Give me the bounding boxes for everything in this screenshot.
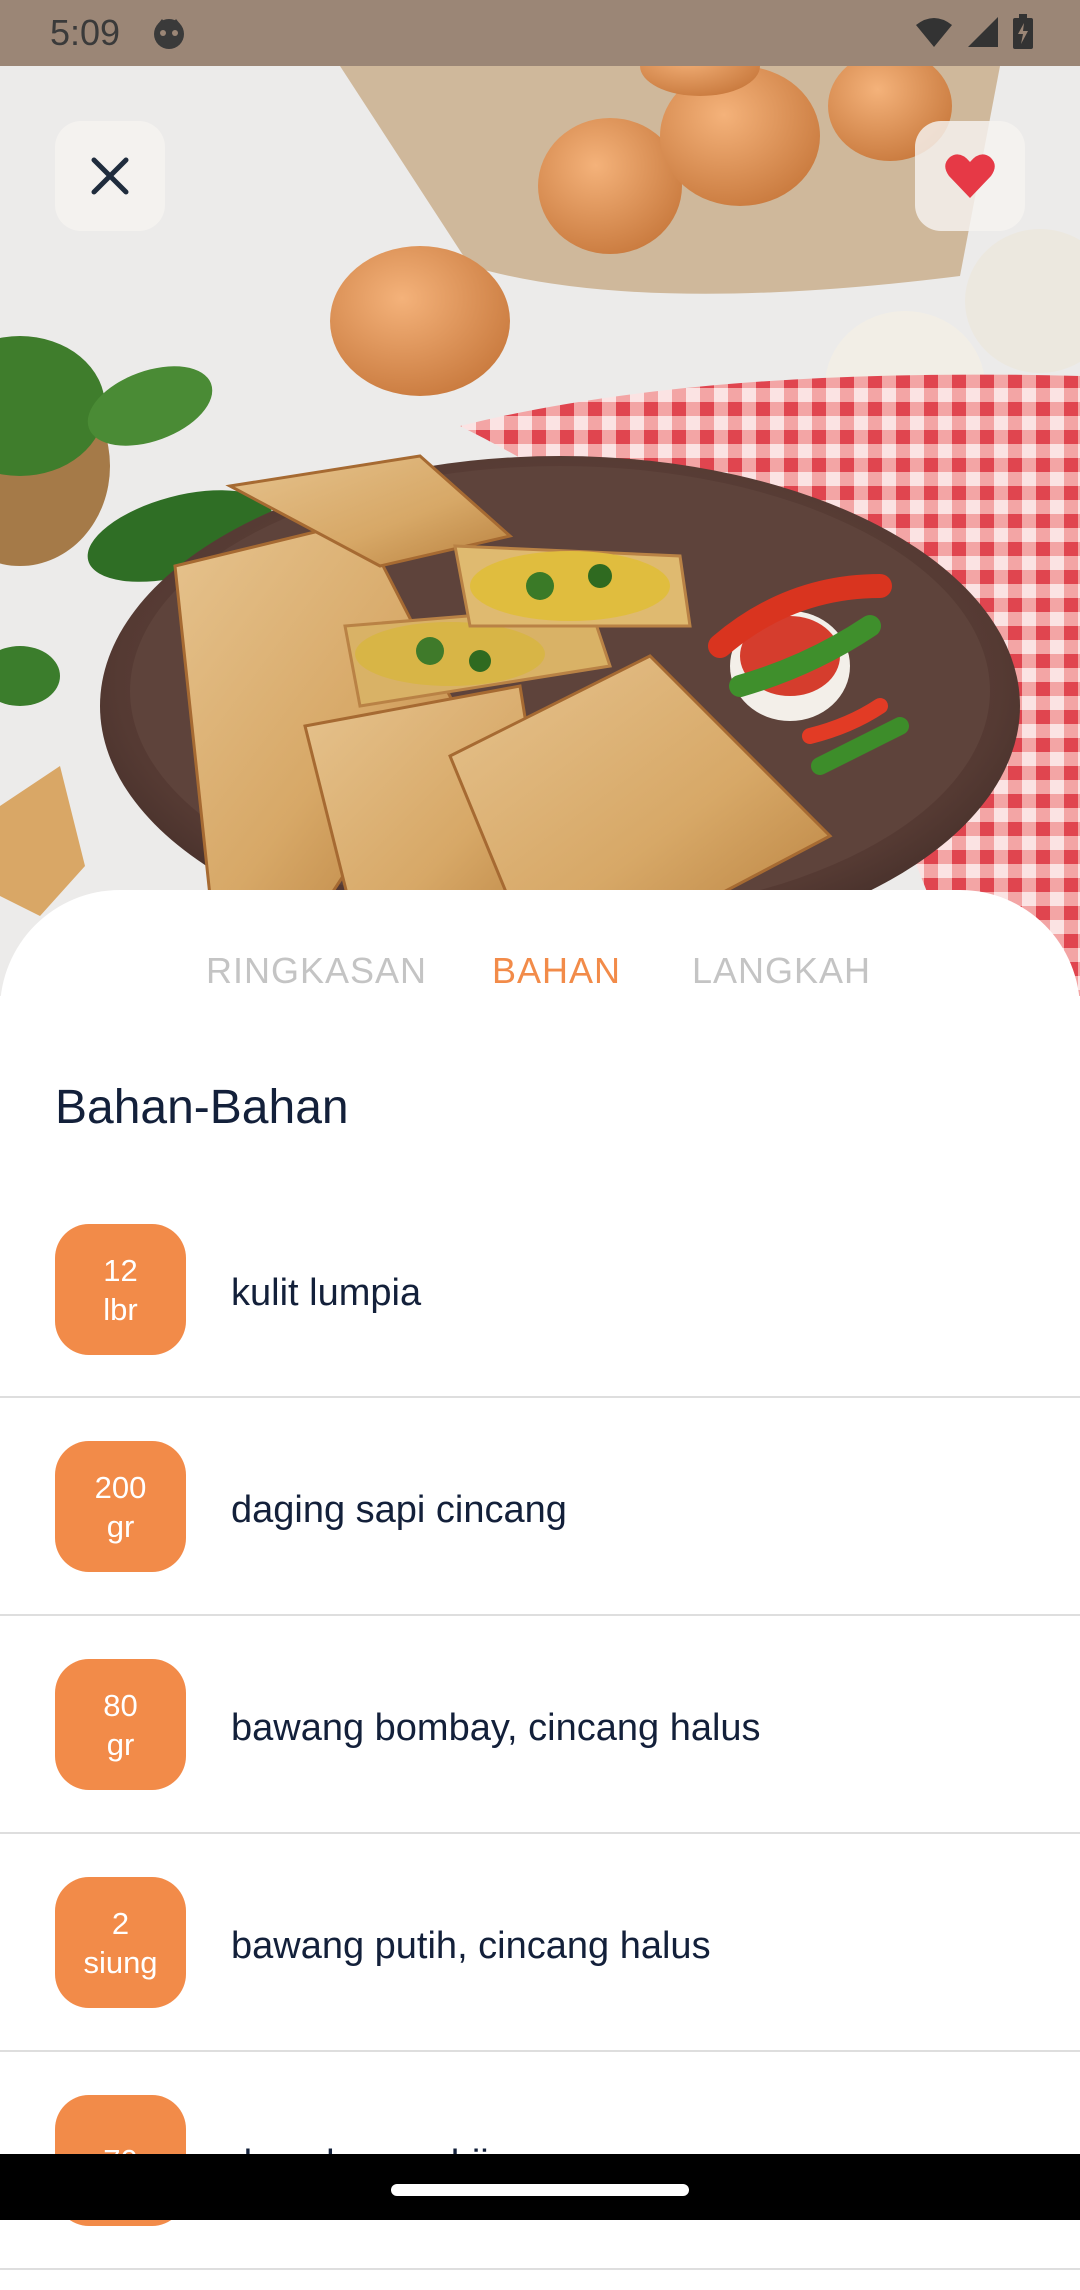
close-button[interactable] bbox=[55, 121, 165, 231]
recipe-detail-sheet: RINGKASAN BAHAN LANGKAH Bahan-Bahan 12 l… bbox=[0, 890, 1080, 2290]
section-title: Bahan-Bahan bbox=[55, 1081, 349, 1134]
tab-bahan[interactable]: BAHAN bbox=[492, 950, 621, 992]
battery-icon bbox=[1013, 14, 1033, 49]
quantity-badge: 80 gr bbox=[55, 1659, 186, 1790]
quantity-unit: gr bbox=[106, 1726, 135, 1762]
tab-langkah[interactable]: LANGKAH bbox=[692, 950, 871, 992]
ingredient-row: 80 gr bawang bombay, cincang halus bbox=[0, 1616, 1080, 1834]
ingredient-row: 200 gr daging sapi cincang bbox=[0, 1398, 1080, 1616]
ingredient-name: bawang putih, cincang halus bbox=[231, 1925, 711, 1967]
navigation-bar bbox=[0, 2154, 1080, 2220]
ingredient-row: 2 siung bawang putih, cincang halus bbox=[0, 1834, 1080, 2052]
quantity-unit: gr bbox=[106, 1508, 135, 1544]
wifi-icon bbox=[916, 18, 952, 47]
quantity-badge: 2 siung bbox=[55, 1877, 186, 2008]
status-bar: 5:09 bbox=[0, 0, 1080, 66]
ingredient-name: kulit lumpia bbox=[231, 1272, 422, 1314]
tab-ringkasan[interactable]: RINGKASAN bbox=[206, 950, 427, 992]
favorite-button[interactable] bbox=[915, 121, 1025, 231]
quantity-unit: lbr bbox=[103, 1291, 138, 1327]
home-gesture-handle[interactable] bbox=[391, 2184, 689, 2196]
recipe-tabs: RINGKASAN BAHAN LANGKAH bbox=[0, 950, 1080, 1000]
ingredient-name: bawang bombay, cincang halus bbox=[231, 1707, 761, 1749]
quantity-badge: 200 gr bbox=[55, 1441, 186, 1572]
quantity-amount: 12 bbox=[103, 1252, 138, 1288]
close-icon bbox=[91, 157, 129, 195]
status-time: 5:09 bbox=[50, 12, 121, 53]
ingredient-list: 12 lbr kulit lumpia 200 gr daging sapi c… bbox=[0, 1200, 1080, 2270]
heart-icon bbox=[945, 154, 995, 198]
ingredient-name: daging sapi cincang bbox=[231, 1489, 567, 1531]
status-icons bbox=[914, 14, 1034, 50]
quantity-amount: 80 bbox=[103, 1687, 138, 1723]
quantity-badge: 12 lbr bbox=[55, 1224, 186, 1355]
signal-icon bbox=[968, 17, 998, 47]
quantity-unit: siung bbox=[83, 1944, 158, 1980]
quantity-amount: 2 bbox=[111, 1905, 130, 1941]
assistant-face-icon bbox=[154, 19, 184, 49]
quantity-amount: 200 bbox=[94, 1469, 147, 1505]
ingredient-row: 12 lbr kulit lumpia bbox=[0, 1200, 1080, 1398]
